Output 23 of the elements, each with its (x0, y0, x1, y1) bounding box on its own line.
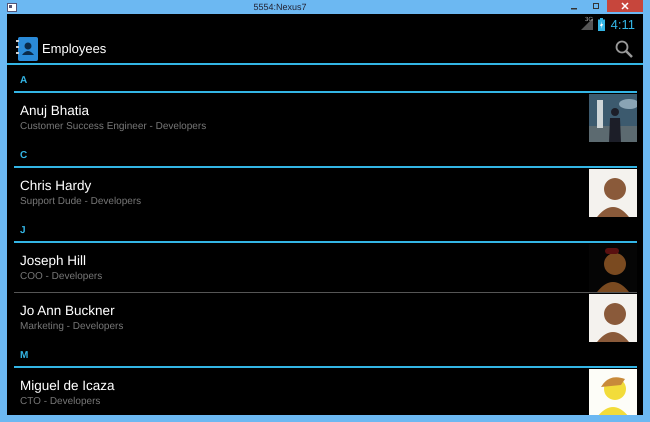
section-header: A (20, 75, 28, 88)
section-header: M (20, 350, 28, 363)
employee-name[interactable]: Anuj Bhatia (20, 103, 90, 118)
section-header: C (20, 150, 28, 163)
employee-role: COO - Developers (20, 271, 102, 282)
battery-icon (598, 18, 605, 30)
app-title: Employees (42, 41, 106, 56)
close-icon[interactable] (607, 0, 643, 12)
employee-role: CTO - Developers (20, 396, 100, 407)
window-title: 5554:Nexus7 (252, 2, 308, 12)
employee-name[interactable]: Miguel de Icaza (20, 378, 115, 393)
signal-icon (580, 18, 593, 30)
employee-name[interactable]: Joseph Hill (20, 253, 86, 268)
clock-time: 4:11 (610, 16, 635, 32)
employee-role: Support Dude - Developers (20, 196, 142, 207)
window-icon (7, 2, 17, 12)
employee-role: Customer Success Engineer - Developers (20, 121, 206, 132)
employee-name[interactable]: Chris Hardy (20, 178, 92, 193)
employee-name[interactable]: Jo Ann Buckner (20, 303, 115, 318)
contacts-book-icon[interactable] (16, 36, 38, 60)
employee-role: Marketing - Developers (20, 321, 124, 332)
section-header: J (20, 225, 26, 238)
search-icon[interactable] (615, 40, 633, 58)
